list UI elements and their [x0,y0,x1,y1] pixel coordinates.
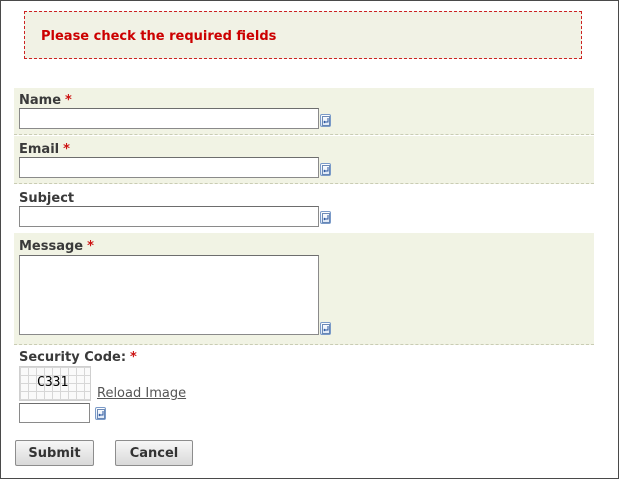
message-label: Message * [19,239,94,254]
subject-input[interactable] [19,206,319,227]
subject-label: Subject [19,191,75,206]
name-label: Name * [19,93,72,108]
email-row: Email * [14,136,594,184]
error-message: Please check the required fields [41,29,277,44]
security-code-input[interactable] [19,403,90,423]
email-input[interactable] [19,157,319,178]
cancel-button[interactable]: Cancel [115,440,193,466]
email-label: Email * [19,142,70,157]
required-mark: * [130,350,137,365]
keyboard-icon[interactable] [95,407,106,420]
required-mark: * [65,93,72,108]
required-mark: * [63,142,70,157]
security-code-label: Security Code: * [19,350,137,365]
error-alert: Please check the required fields [24,11,582,59]
keyboard-icon[interactable] [320,322,331,335]
required-mark: * [87,239,94,254]
reload-image-link[interactable]: Reload Image [97,386,186,401]
submit-button[interactable]: Submit [15,440,94,466]
name-row: Name * [14,88,594,135]
captcha-image: C331 [19,366,91,401]
message-row: Message * [14,233,594,345]
subject-row: Subject [14,185,594,232]
name-input[interactable] [19,108,319,129]
captcha-text: C331 [37,375,69,390]
keyboard-icon[interactable] [320,163,331,176]
keyboard-icon[interactable] [320,114,331,127]
message-textarea[interactable] [19,255,319,335]
keyboard-icon[interactable] [320,211,331,224]
